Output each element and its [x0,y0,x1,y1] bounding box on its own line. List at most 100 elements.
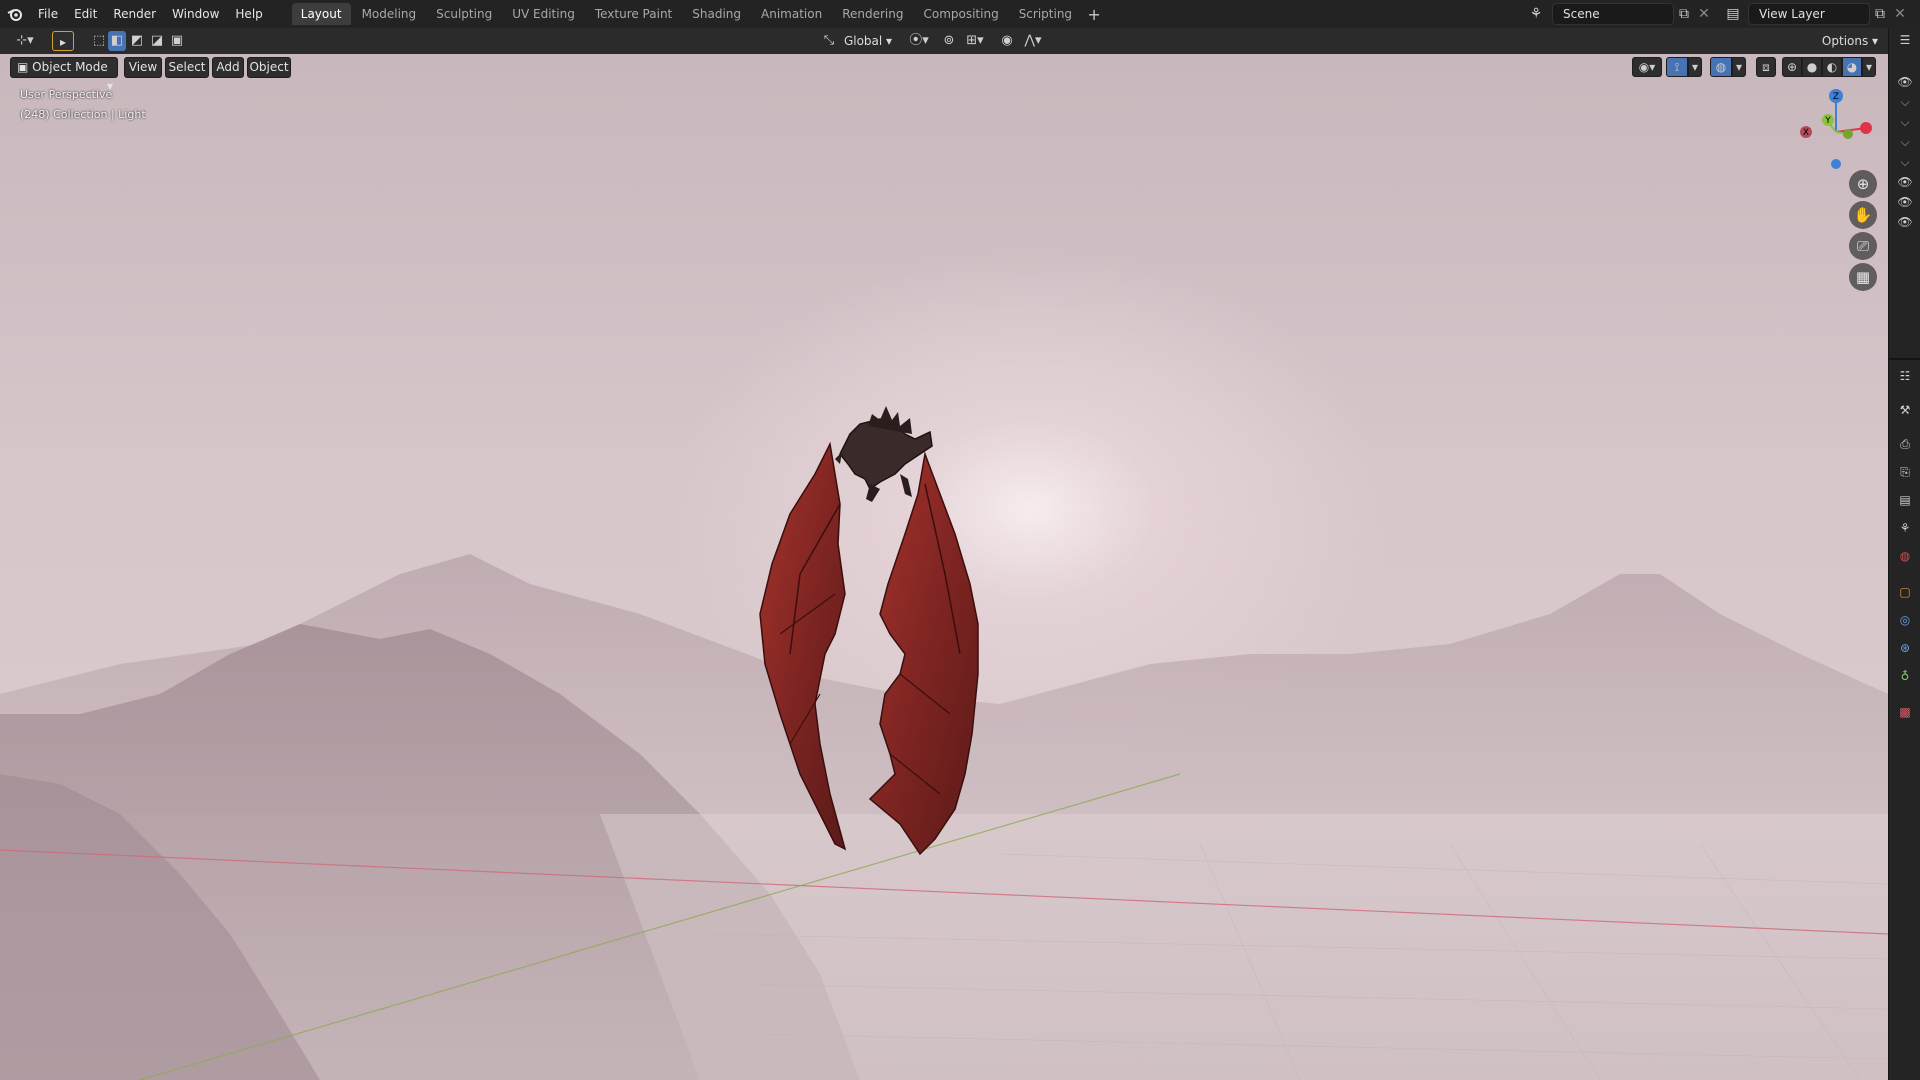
gizmo-y-pos-icon [1843,129,1853,139]
navigation-gizmo[interactable]: Z X Y [1794,88,1876,178]
scene-icon[interactable]: ⚘ [1526,4,1546,24]
view-menu[interactable]: View [124,57,162,78]
tab-rendering[interactable]: Rendering [833,3,912,25]
tool-header: ⊹▾ ▸ ⬚ ◧ ◩ ◪ ▣ ⤡ Global ▾ ⦿▾ ⊚ ⊞▾ ◉ ⋀▾ O… [0,28,1890,54]
tab-animation[interactable]: Animation [752,3,831,25]
dragon-body [839,418,933,491]
tab-modeling[interactable]: Modeling [353,3,426,25]
add-workspace-button[interactable]: + [1082,5,1106,24]
eye-icon[interactable]: 👁 [1895,192,1915,212]
outliner-icon[interactable]: ☰ [1895,30,1915,50]
tab-sculpting[interactable]: Sculpting [427,3,501,25]
options-label: Options [1821,34,1869,48]
view-layer-selector[interactable]: View Layer [1748,3,1870,25]
ground-plane [600,814,1888,1080]
menu-help[interactable]: Help [227,0,270,28]
select-new-icon[interactable]: ◧ [108,31,126,51]
tab-compositing[interactable]: Compositing [914,3,1007,25]
eye-icon[interactable]: 👁 [1895,212,1915,232]
select-subtract-icon[interactable]: ◪ [148,31,166,51]
visibility-dropdown[interactable]: ◉▾ [1632,57,1662,77]
gizmo-z-neg-icon [1831,159,1841,169]
wireframe-shading-button[interactable]: ⊕ [1782,57,1802,77]
chevron-down-icon[interactable]: ⌵ [1895,92,1915,112]
pivot-icon[interactable]: ⦿▾ [904,31,934,51]
solid-shading-button[interactable]: ● [1802,57,1822,77]
modifier-icon[interactable]: ◎ [1895,610,1915,630]
tab-scripting[interactable]: Scripting [1010,3,1081,25]
collection-label: (248) Collection | Light [20,108,146,121]
tab-shading[interactable]: Shading [683,3,750,25]
select-intersect-icon[interactable]: ▣ [168,31,186,51]
material-shading-button[interactable]: ◐ [1822,57,1842,77]
tab-uv-editing[interactable]: UV Editing [503,3,584,25]
hand-icon[interactable]: ✋ [1849,201,1877,229]
falloff-icon[interactable]: ⋀▾ [1018,31,1048,51]
object-mode-label: Object Mode [32,60,108,74]
perspective-label: User Perspective [20,88,113,101]
eye-icon[interactable]: 👁 [1895,72,1915,92]
gizmo-x-label: X [1803,128,1809,138]
chevron-down-icon[interactable]: ⌵ [1895,152,1915,172]
top-bar: File Edit Render Window Help Layout Mode… [0,0,1920,28]
object-mode-dropdown[interactable]: ▣ Object Mode ▾ [10,57,118,93]
world-icon[interactable]: ◍ [1895,546,1915,566]
select-menu[interactable]: Select [165,57,209,78]
proportional-edit-icon[interactable]: ◉ [998,31,1016,51]
tab-texture-paint[interactable]: Texture Paint [586,3,681,25]
output-icon[interactable]: ⎘ [1895,462,1915,482]
snap-icon[interactable]: ⊚ [940,31,958,51]
shading-dropdown[interactable]: ▾ [1862,57,1876,77]
close-view-layer-icon[interactable]: ✕ [1890,4,1910,24]
select-box-icon[interactable]: ⬚ [90,31,108,51]
overlays-dropdown[interactable]: ▾ [1732,57,1746,77]
overlays-toggle-button[interactable]: ◍ [1710,57,1732,77]
blender-logo-icon[interactable] [0,0,30,28]
view-layer-icon[interactable]: ▤ [1895,490,1915,510]
rendered-shading-button[interactable]: ◕ [1842,57,1862,77]
render-icon[interactable]: ⎙ [1895,434,1915,454]
camera-icon[interactable]: ⎚ [1849,232,1877,260]
menu-render[interactable]: Render [105,0,164,28]
object-mode-icon: ▣ [17,60,29,74]
transform-orientation-dropdown[interactable]: Global ▾ [838,31,898,51]
panel-divider [1889,358,1920,360]
gizmo-toggle-button[interactable]: ⟟ [1666,57,1688,77]
texture-icon[interactable]: ▩ [1895,702,1915,722]
orientation-label: Global [843,34,883,48]
menu-file[interactable]: File [30,0,66,28]
snap-target-icon[interactable]: ⊞▾ [960,31,990,51]
properties-icon[interactable]: ☷ [1895,366,1915,386]
menu-edit[interactable]: Edit [66,0,105,28]
select-extend-icon[interactable]: ◩ [128,31,146,51]
eye-icon[interactable]: 👁 [1895,172,1915,192]
menu-window[interactable]: Window [164,0,227,28]
xray-toggle-button[interactable]: ⧈ [1756,57,1776,77]
light-data-icon[interactable]: ♁ [1895,666,1915,686]
chevron-down-icon[interactable]: ⌵ [1895,132,1915,152]
tab-layout[interactable]: Layout [291,3,351,25]
right-sidebar: ☰ 👁 ⌵ ⌵ ⌵ ⌵ 👁 👁 👁 ☷ ⚒ ⎙ ⎘ ▤ ⚘ ◍ ▢ ◎ ⊛ ♁ … [1888,28,1920,1080]
gizmo-y-label: Y [1824,116,1831,126]
object-menu[interactable]: Object [247,57,291,78]
orientation-icon: ⤡ [823,33,835,48]
gizmo-dropdown[interactable]: ▾ [1688,57,1702,77]
options-dropdown[interactable]: Options ▾ [1818,31,1882,51]
3d-viewport[interactable]: ▣ Object Mode ▾ View Select Add Object ◉… [0,54,1888,1080]
chevron-down-icon[interactable]: ⌵ [1895,112,1915,132]
object-icon[interactable]: ▢ [1895,582,1915,602]
gizmo-z-label: Z [1833,92,1839,102]
add-menu[interactable]: Add [212,57,244,78]
tool-icon[interactable]: ⚒ [1895,400,1915,420]
close-scene-icon[interactable]: ✕ [1694,4,1714,24]
new-view-layer-icon[interactable]: ⧉ [1870,4,1890,24]
new-scene-icon[interactable]: ⧉ [1674,4,1694,24]
physics-icon[interactable]: ⊛ [1895,638,1915,658]
select-tool-button[interactable]: ▸ [52,31,74,51]
grid-icon[interactable]: ▦ [1849,263,1877,291]
scene-selector[interactable]: Scene [1552,3,1674,25]
editor-type-icon[interactable]: ⊹▾ [10,31,40,51]
magnifier-icon[interactable]: ⊕ [1849,170,1877,198]
scene-properties-icon[interactable]: ⚘ [1895,518,1915,538]
view-layer-icon[interactable]: ▤ [1723,4,1743,24]
